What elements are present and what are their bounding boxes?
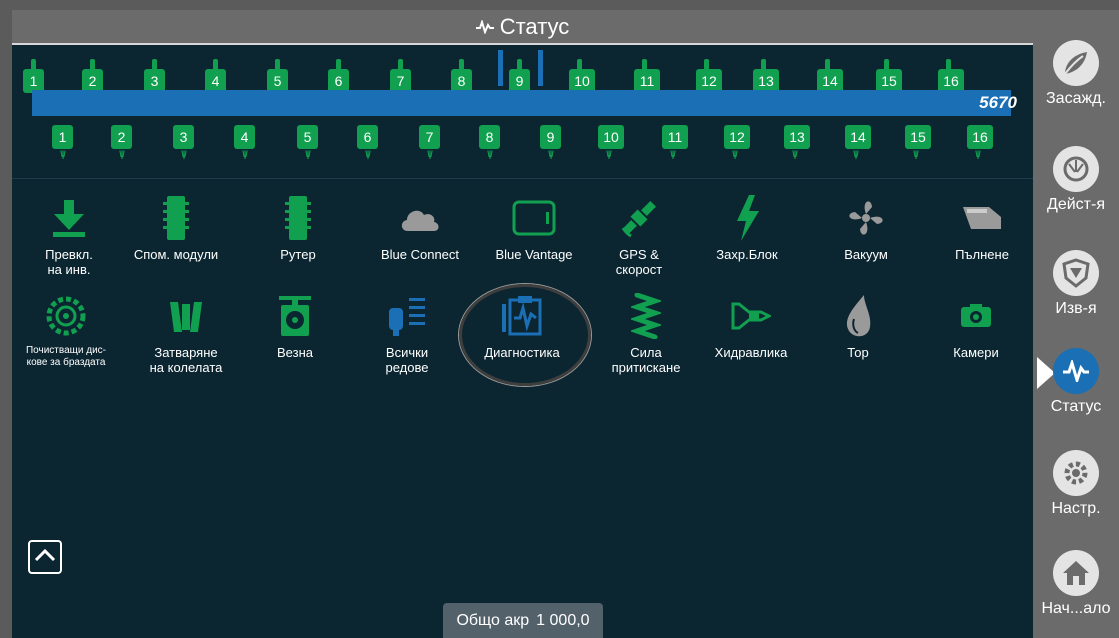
router-icon	[238, 195, 358, 241]
sidebar-item-home[interactable]: Нач...ало	[1033, 550, 1119, 618]
tile-switch-to-inventory[interactable]: Превкл. на инв.	[12, 195, 129, 277]
tile-blue-connect[interactable]: Blue Connect	[360, 195, 480, 262]
tile-scale[interactable]: Везна	[235, 293, 355, 360]
bottom-row-unit[interactable]: 1	[52, 125, 73, 159]
sidebar-nav: Засажд. Дейст-я Изв-я Статус Настр. Нач.…	[1033, 10, 1119, 638]
bottom-row-unit[interactable]: 11	[662, 125, 688, 159]
tile-aux-modules[interactable]: Спом. модули	[116, 195, 236, 262]
row-units-display: 1 2 3 4 5 6 7 8 9 10 11 12 13 14 15 16 5…	[12, 45, 1033, 180]
pulse-icon	[475, 19, 494, 34]
status-icon	[1053, 348, 1099, 394]
tile-furrow-cleaning-discs[interactable]: Почистващи дис- кове за браздата	[12, 293, 126, 369]
chevron-up-icon	[34, 548, 56, 567]
closing-wheels-icon	[126, 293, 246, 339]
bottom-row-unit[interactable]: 16	[967, 125, 993, 159]
hydraulics-icon	[691, 293, 811, 339]
status-panel: Статус 1 2 3 4 5 6 7 8 9 10 11 12 13 14 …	[12, 10, 1033, 638]
page-title: Статус	[499, 13, 570, 39]
bottom-row-unit[interactable]: 10	[598, 125, 624, 159]
sidebar-item-actions[interactable]: Дейст-я	[1033, 146, 1119, 214]
bottom-row-unit[interactable]: 13	[784, 125, 810, 159]
collapse-button[interactable]	[28, 540, 62, 574]
bottom-row-unit[interactable]: 3	[173, 125, 194, 159]
planting-icon	[1053, 40, 1099, 86]
module-icon	[116, 195, 236, 241]
bottom-row-unit[interactable]: 6	[357, 125, 378, 159]
bottom-row-unit[interactable]: 7	[419, 125, 440, 159]
actions-icon	[1053, 146, 1099, 192]
tile-diagnostics[interactable]: Диагностика	[462, 293, 582, 360]
tile-all-rows[interactable]: Всички редове	[347, 293, 467, 375]
tile-gps-speed[interactable]: GPS & скорост	[579, 195, 699, 277]
fan-icon	[806, 195, 926, 241]
tile-blue-vantage[interactable]: Blue Vantage	[474, 195, 594, 262]
fill-icon	[922, 195, 1033, 241]
fertilizer-drop-icon	[798, 293, 918, 339]
display-icon	[474, 195, 594, 241]
tile-hydraulics[interactable]: Хидравлика	[691, 293, 811, 360]
tile-downforce[interactable]: Сила притискане	[586, 293, 706, 375]
section-marker	[498, 50, 503, 86]
cloud-icon	[360, 195, 480, 241]
tile-closing-wheels[interactable]: Затваряне на колелата	[126, 293, 246, 375]
bottom-row-unit[interactable]: 14	[845, 125, 871, 159]
bottom-row-unit[interactable]: 15	[905, 125, 931, 159]
tile-router[interactable]: Рутер	[238, 195, 358, 262]
settings-icon	[1053, 450, 1099, 496]
alerts-shield-icon	[1053, 250, 1099, 296]
all-rows-icon	[347, 293, 467, 339]
bottom-row-unit[interactable]: 5	[297, 125, 318, 159]
lightning-icon	[687, 195, 807, 241]
total-count: 5670	[979, 93, 1017, 112]
camera-icon	[916, 293, 1033, 339]
bottom-row-unit[interactable]: 4	[234, 125, 255, 159]
page-header: Статус	[12, 10, 1033, 43]
download-icon	[12, 195, 129, 241]
tile-power-block[interactable]: Захр.Блок	[687, 195, 807, 262]
total-area-indicator: Общо акр 1 000,0	[443, 603, 603, 638]
sidebar-item-settings[interactable]: Настр.	[1033, 450, 1119, 518]
bottom-row-unit[interactable]: 12	[724, 125, 750, 159]
tile-cameras[interactable]: Камери	[916, 293, 1033, 360]
tile-filling[interactable]: Пълнене	[922, 195, 1033, 262]
sidebar-item-alerts[interactable]: Изв-я	[1033, 250, 1119, 318]
bottom-row-unit[interactable]: 8	[479, 125, 500, 159]
total-bar	[32, 90, 1011, 116]
tile-vacuum[interactable]: Вакуум	[806, 195, 926, 262]
diagnostics-icon	[462, 293, 582, 339]
spring-icon	[586, 293, 706, 339]
scale-icon	[235, 293, 355, 339]
bottom-row-unit[interactable]: 2	[111, 125, 132, 159]
sidebar-item-planting[interactable]: Засажд.	[1033, 40, 1119, 108]
area-value: 1 000,0	[536, 611, 590, 629]
area-label: Общо акр	[456, 611, 530, 629]
sidebar-item-status[interactable]: Статус	[1033, 348, 1119, 416]
section-marker	[538, 50, 543, 86]
bottom-row-unit[interactable]: 9	[540, 125, 561, 159]
disc-icon	[12, 293, 126, 339]
home-icon	[1053, 550, 1099, 596]
tile-fertilizer[interactable]: Тор	[798, 293, 918, 360]
satellite-icon	[579, 195, 699, 241]
